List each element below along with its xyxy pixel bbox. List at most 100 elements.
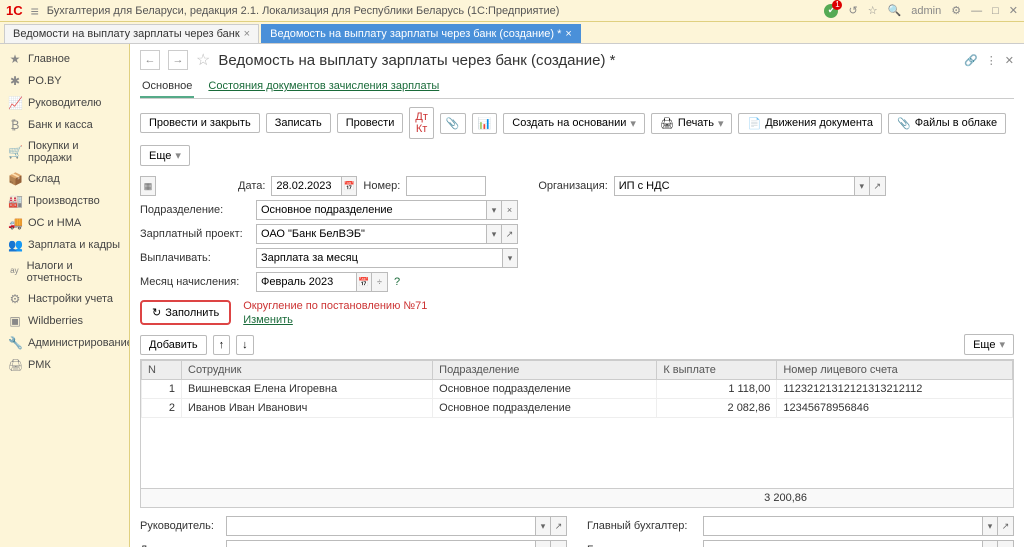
sidebar-item-manager[interactable]: 📈Руководителю [0, 92, 129, 114]
position-input[interactable] [226, 540, 535, 547]
dropdown-icon[interactable]: ▾ [982, 540, 998, 547]
open-icon[interactable]: ↗ [870, 176, 886, 196]
star-icon[interactable]: ☆ [868, 4, 878, 17]
calendar-icon[interactable]: 📅 [356, 272, 372, 292]
sidebar-item-label: Администрирование [28, 337, 130, 349]
sidebar-item-bank[interactable]: ₿Банк и касса [0, 114, 129, 136]
settings-icon[interactable]: ⚙ [951, 4, 961, 17]
save-button[interactable]: Записать [266, 113, 331, 133]
tab-create[interactable]: Ведомость на выплату зарплаты через банк… [261, 24, 581, 43]
help-icon[interactable]: ? [394, 276, 400, 288]
minimize-icon[interactable]: — [971, 5, 982, 17]
clear-icon[interactable]: × [502, 200, 518, 220]
printer-icon: 🖨 [8, 358, 22, 372]
dropdown-icon[interactable]: ▾ [982, 516, 998, 536]
sidebar-item-production[interactable]: 🏭Производство [0, 190, 129, 212]
report-icon[interactable]: 📊 [472, 113, 498, 134]
pay-input[interactable] [256, 248, 502, 268]
maximize-icon[interactable]: □ [992, 5, 999, 17]
table-row[interactable]: 2Иванов Иван ИвановичОсновное подразделе… [142, 399, 1013, 418]
debit-credit-icon[interactable]: ДтКт [409, 107, 434, 139]
forward-button[interactable]: → [168, 50, 188, 70]
history-icon[interactable]: ↺ [848, 4, 857, 17]
snowflake-icon: ✱ [8, 74, 22, 88]
th-emp[interactable]: Сотрудник [182, 361, 433, 380]
sidebar-item-sales[interactable]: 🛒Покупки и продажи [0, 136, 129, 168]
date-input[interactable] [271, 176, 341, 196]
post-button[interactable]: Провести [337, 113, 404, 133]
sidebar-item-poby[interactable]: ✱PO.BY [0, 70, 129, 92]
tab-close-icon[interactable]: × [565, 28, 571, 40]
chief-acc-input[interactable] [703, 516, 982, 536]
create-based-button[interactable]: Создать на основании [503, 113, 645, 134]
sidebar-item-warehouse[interactable]: 📦Склад [0, 168, 129, 190]
sidebar-item-salary[interactable]: 👥Зарплата и кадры [0, 234, 129, 256]
dropdown-icon[interactable]: ▾ [502, 248, 518, 268]
close-icon[interactable]: ✕ [1009, 4, 1018, 17]
user-label[interactable]: admin [911, 5, 941, 17]
sidebar-item-admin[interactable]: 🔧Администрирование [0, 332, 129, 354]
sidebar-item-settings[interactable]: ⚙Настройки учета [0, 288, 129, 310]
more-button[interactable]: Еще [140, 145, 190, 166]
add-button[interactable]: Добавить [140, 335, 207, 355]
tab-close-icon[interactable]: × [244, 28, 250, 40]
sidebar-item-main[interactable]: ★Главное [0, 48, 129, 70]
tab-label: Ведомости на выплату зарплаты через банк [13, 28, 240, 40]
open-icon[interactable]: ↗ [998, 516, 1014, 536]
title-icons: ✔ ↺ ☆ 🔍 admin ⚙ — □ ✕ [824, 4, 1018, 18]
change-link[interactable]: Изменить [243, 314, 427, 326]
cloud-files-button[interactable]: 📎 Файлы в облаке [888, 113, 1006, 134]
menu-icon[interactable]: ≡ [31, 3, 39, 19]
move-down-icon[interactable]: ↓ [236, 335, 254, 355]
sidebar-item-label: Налоги и отчетность [27, 260, 121, 284]
dropdown-icon[interactable]: ▾ [535, 540, 551, 547]
table-row[interactable]: 1Вишневская Елена ИгоревнаОсновное подра… [142, 380, 1013, 399]
th-dept[interactable]: Подразделение [433, 361, 657, 380]
dept-input[interactable] [256, 200, 486, 220]
accountant-input[interactable] [703, 540, 982, 547]
dropdown-icon[interactable]: ▾ [535, 516, 551, 536]
stepper-icon[interactable]: ÷ [372, 272, 388, 292]
more-icon[interactable]: ⋮ [986, 54, 997, 67]
th-account[interactable]: Номер лицевого счета [777, 361, 1013, 380]
attach-icon[interactable]: 📎 [440, 113, 466, 134]
link-icon[interactable]: 🔗 [964, 54, 978, 67]
number-input[interactable] [406, 176, 486, 196]
open-icon[interactable]: ↗ [551, 516, 567, 536]
fill-button[interactable]: ↻ Заполнить [140, 300, 231, 325]
tab-list[interactable]: Ведомости на выплату зарплаты через банк… [4, 24, 259, 43]
post-close-button[interactable]: Провести и закрыть [140, 113, 260, 133]
dropdown-icon[interactable]: ▾ [486, 224, 502, 244]
open-icon[interactable]: ↗ [502, 224, 518, 244]
calendar-icon[interactable]: 📅 [341, 176, 357, 196]
favorite-icon[interactable]: ☆ [196, 50, 210, 70]
subtab-main[interactable]: Основное [140, 76, 194, 98]
sidebar-item-label: Склад [28, 173, 60, 185]
sidebar-item-taxes[interactable]: ᵃʸНалоги и отчетность [0, 256, 129, 288]
subtab-states[interactable]: Состояния документов зачисления зарплаты [206, 76, 441, 98]
rounding-text: Округление по постановлению №71 [243, 300, 427, 312]
dropdown-icon[interactable]: ▾ [854, 176, 870, 196]
table-more-button[interactable]: Еще [964, 334, 1014, 355]
project-input[interactable] [256, 224, 486, 244]
search-icon[interactable]: 🔍 [888, 4, 902, 17]
notification-badge-icon[interactable]: ✔ [824, 4, 838, 18]
th-amount[interactable]: К выплате [657, 361, 777, 380]
sidebar-item-wildberries[interactable]: ▣Wildberries [0, 310, 129, 332]
sidebar-item-label: Производство [28, 195, 100, 207]
open-icon[interactable]: ↗ [998, 540, 1014, 547]
move-up-icon[interactable]: ↑ [213, 335, 231, 355]
sidebar-item-rmk[interactable]: 🖨РМК [0, 354, 129, 376]
sidebar-item-assets[interactable]: 🚚ОС и НМА [0, 212, 129, 234]
dropdown-icon[interactable]: ▾ [486, 200, 502, 220]
open-icon[interactable]: ↗ [551, 540, 567, 547]
status-icon[interactable]: ▦ [140, 176, 156, 196]
head-input[interactable] [226, 516, 535, 536]
th-n[interactable]: N [142, 361, 182, 380]
print-button[interactable]: 🖨 Печать [651, 113, 733, 134]
close-page-icon[interactable]: ✕ [1005, 54, 1014, 67]
movements-button[interactable]: 📄 Движения документа [738, 113, 882, 134]
org-input[interactable] [614, 176, 854, 196]
back-button[interactable]: ← [140, 50, 160, 70]
month-input[interactable] [256, 272, 356, 292]
